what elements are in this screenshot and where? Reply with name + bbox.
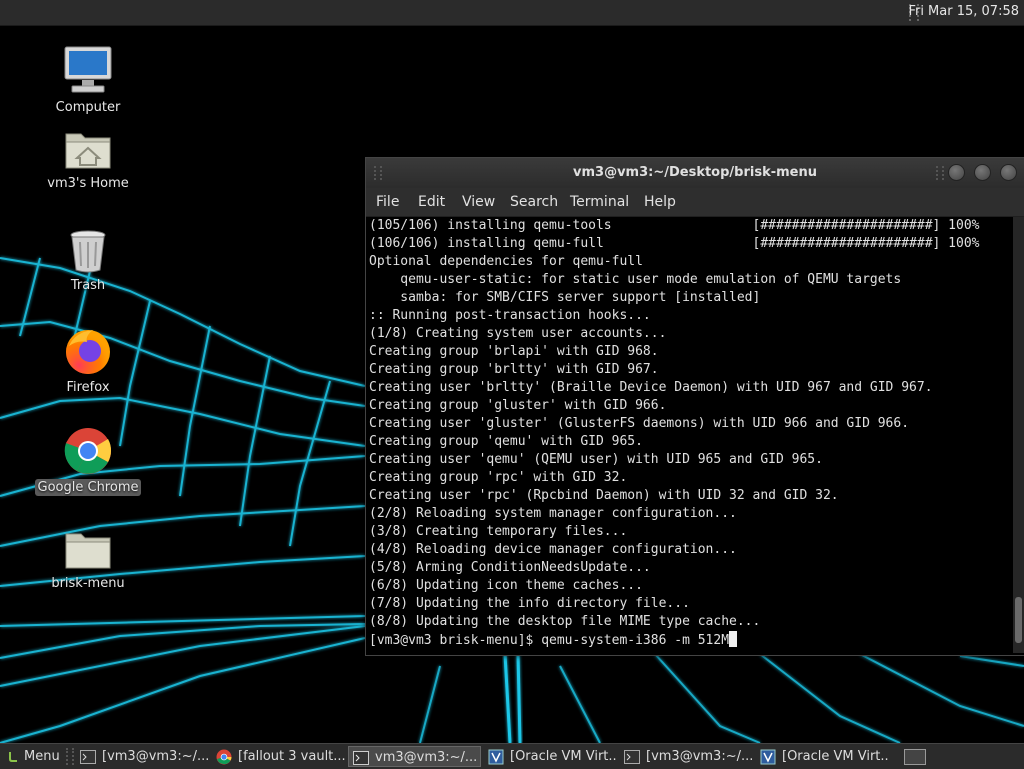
- maximize-button[interactable]: [974, 164, 991, 181]
- desktop-icon-label: brisk-menu: [51, 576, 125, 591]
- workspace-icon: [904, 748, 926, 765]
- terminal-command[interactable]: qemu-system-i386 -m 512M: [541, 633, 729, 648]
- menu-file[interactable]: File: [376, 194, 399, 210]
- top-panel: Fri Mar 15, 07:58: [0, 0, 1024, 26]
- task-button[interactable]: [Oracle VM Virt...: [756, 746, 890, 767]
- terminal-line: (2/8) Reloading system manager configura…: [369, 506, 737, 521]
- menu-button[interactable]: Menu: [0, 746, 64, 767]
- terminal-line: (106/106) installing qemu-full [########…: [369, 236, 980, 251]
- desktop-icon-label: Computer: [55, 100, 121, 115]
- terminal-line: Creating group 'rpc' with GID 32.: [369, 470, 628, 485]
- virtualbox-icon: [760, 749, 776, 764]
- terminal-prompt: [vm3@vm3 brisk-menu]$: [369, 633, 542, 648]
- terminal-line: samba: for SMB/CIFS server support [inst…: [369, 290, 761, 305]
- taskbar-grip: [66, 748, 74, 765]
- menu-search[interactable]: Search: [510, 194, 558, 210]
- task-button[interactable]: [vm3@vm3:~/...: [76, 746, 210, 767]
- terminal-line: qemu-user-static: for static user mode e…: [369, 272, 902, 287]
- task-label: [vm3@vm3:~/...: [646, 749, 754, 764]
- terminal-line: Creating group 'qemu' with GID 965.: [369, 434, 643, 449]
- terminal-line: (4/8) Reloading device manager configura…: [369, 542, 737, 557]
- task-button-active[interactable]: vm3@vm3:~/...: [348, 746, 481, 767]
- terminal-line: :: Running post-transaction hooks...: [369, 308, 651, 323]
- terminal-line: (5/8) Arming ConditionNeedsUpdate...: [369, 560, 651, 575]
- menu-edit[interactable]: Edit: [418, 194, 445, 210]
- menu-help[interactable]: Help: [644, 194, 676, 210]
- terminal-line: Creating user 'qemu' (QEMU user) with UI…: [369, 452, 823, 467]
- terminal-icon: [624, 749, 640, 764]
- firefox-icon: [66, 330, 110, 374]
- titlebar-grip: [936, 166, 944, 180]
- terminal-line: Creating user 'gluster' (GlusterFS daemo…: [369, 416, 910, 431]
- trash-icon: [70, 230, 106, 273]
- close-button[interactable]: [1000, 164, 1017, 181]
- terminal-icon: [353, 750, 369, 765]
- desktop-icon-label: Google Chrome: [34, 479, 142, 496]
- home-folder-icon: [65, 133, 111, 169]
- task-label: [Oracle VM Virt...: [782, 749, 890, 764]
- task-label: [vm3@vm3:~/...: [102, 749, 210, 764]
- show-desktop-button[interactable]: [900, 746, 930, 767]
- desktop-icon-label: vm3's Home: [47, 176, 129, 191]
- desktop-icon-brisk-menu[interactable]: brisk-menu: [33, 528, 143, 592]
- computer-icon: [64, 46, 112, 93]
- mate-menu-icon: [5, 751, 17, 762]
- terminal-prompt-line[interactable]: [vm3@vm3 brisk-menu]$ qemu-system-i386 -…: [369, 631, 1012, 649]
- window-titlebar[interactable]: vm3@vm3:~/Desktop/brisk-menu: [366, 158, 1024, 188]
- desktop-icon-label: Firefox: [66, 380, 110, 395]
- terminal-line: (105/106) installing qemu-tools [#######…: [369, 218, 980, 233]
- menu-label: Menu: [24, 749, 60, 764]
- scrollbar-thumb[interactable]: [1015, 597, 1022, 643]
- terminal-line: Creating user 'rpc' (Rpcbind Daemon) wit…: [369, 488, 839, 503]
- terminal-line: Creating group 'brlapi' with GID 968.: [369, 344, 659, 359]
- terminal-line: Creating group 'gluster' with GID 966.: [369, 398, 667, 413]
- terminal-scrollbar[interactable]: [1013, 217, 1024, 653]
- terminal-line: Creating user 'brltty' (Braille Device D…: [369, 380, 933, 395]
- desktop-icon-home[interactable]: vm3's Home: [33, 128, 143, 192]
- task-button[interactable]: [Oracle VM Virt...: [484, 746, 618, 767]
- desktop-icon-firefox[interactable]: Firefox: [33, 326, 143, 396]
- terminal-line: (6/8) Updating icon theme caches...: [369, 578, 643, 593]
- desktop-icon-trash[interactable]: Trash: [33, 228, 143, 294]
- terminal-line: (7/8) Updating the info directory file..…: [369, 596, 690, 611]
- desktop-icon-computer[interactable]: Computer: [33, 44, 143, 116]
- terminal-line: (3/8) Creating temporary files...: [369, 524, 628, 539]
- window-title: vm3@vm3:~/Desktop/brisk-menu: [573, 165, 817, 180]
- desktop-icon-chrome[interactable]: Google Chrome: [33, 426, 143, 496]
- task-button[interactable]: [vm3@vm3:~/...: [620, 746, 754, 767]
- bottom-taskbar: Menu [vm3@vm3:~/... [fallout 3 vault... …: [0, 743, 1024, 769]
- terminal-line: (8/8) Updating the desktop file MIME typ…: [369, 614, 761, 629]
- minimize-button[interactable]: [948, 164, 965, 181]
- terminal-line: (1/8) Creating system user accounts...: [369, 326, 667, 341]
- terminal-line: Optional dependencies for qemu-full: [369, 254, 643, 269]
- terminal-menubar: File Edit View Search Terminal Help: [366, 188, 1024, 217]
- chrome-icon: [216, 749, 232, 764]
- task-label: [Oracle VM Virt...: [510, 749, 618, 764]
- terminal-cursor: [729, 631, 738, 647]
- terminal-line: Creating group 'brltty' with GID 967.: [369, 362, 659, 377]
- task-button[interactable]: [fallout 3 vault...: [212, 746, 346, 767]
- terminal-window[interactable]: vm3@vm3:~/Desktop/brisk-menu File Edit V…: [365, 157, 1024, 656]
- terminal-icon: [80, 749, 96, 764]
- terminal-output[interactable]: (105/106) installing qemu-tools [#######…: [366, 217, 1012, 653]
- virtualbox-icon: [488, 749, 504, 764]
- task-label: vm3@vm3:~/...: [375, 750, 478, 765]
- menu-terminal[interactable]: Terminal: [570, 194, 629, 210]
- folder-icon: [65, 533, 111, 569]
- clock[interactable]: Fri Mar 15, 07:58: [908, 4, 1019, 19]
- desktop-icon-label: Trash: [70, 278, 106, 293]
- chrome-icon: [64, 428, 112, 474]
- task-label: [fallout 3 vault...: [238, 749, 346, 764]
- menu-view[interactable]: View: [462, 194, 495, 210]
